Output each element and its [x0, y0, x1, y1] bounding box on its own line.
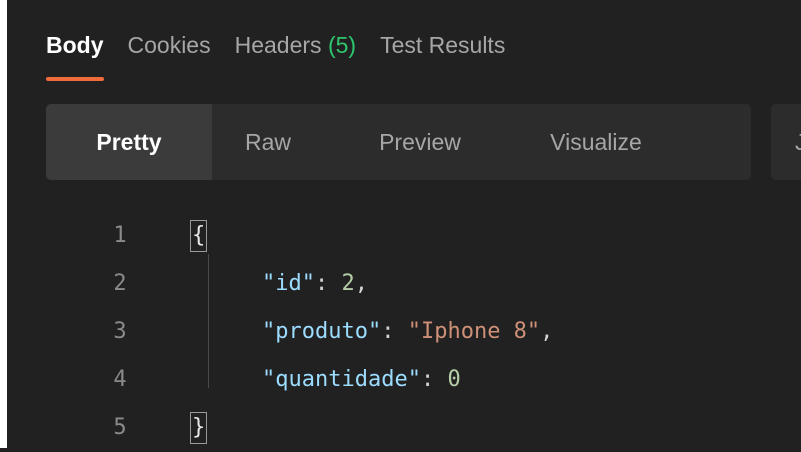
tab-test-results-label: Test Results [380, 32, 506, 58]
tab-body-label: Body [46, 32, 104, 58]
code-content: "produto": "Iphone 8", [262, 308, 553, 356]
code-line: 2 "id": 2, [0, 260, 801, 308]
tab-cookies[interactable]: Cookies [128, 29, 211, 61]
tab-headers-label: Headers [234, 32, 322, 58]
format-select-value: J [795, 129, 801, 155]
code-content: "id": 2, [262, 260, 368, 308]
line-number: 5 [113, 415, 127, 440]
response-tabs: Body Cookies Headers (5) Test Results [46, 29, 529, 81]
pretty-button[interactable]: Pretty [46, 104, 212, 180]
tab-body[interactable]: Body [46, 29, 104, 81]
response-editor[interactable]: 1 { 2 "id": 2, 3 "produto": "Iphone 8", … [0, 212, 801, 452]
close-brace: } [190, 412, 208, 444]
pretty-label: Pretty [96, 128, 162, 155]
json-comma: , [354, 271, 368, 296]
json-comma: , [540, 319, 554, 344]
json-colon: : [314, 271, 342, 296]
json-string: "Iphone 8" [407, 319, 541, 344]
json-colon: : [420, 367, 448, 392]
code-content: "quantidade": 0 [262, 356, 461, 404]
raw-label: Raw [244, 128, 291, 155]
json-number: 0 [447, 367, 461, 392]
code-content: { [190, 212, 208, 260]
view-mode-bar: Pretty Raw Preview Visualize [46, 104, 751, 180]
code-line: 4 "quantidade": 0 [0, 356, 801, 404]
format-select[interactable]: J [771, 104, 801, 180]
code-line: 3 "produto": "Iphone 8", [0, 308, 801, 356]
line-number: 2 [113, 271, 127, 296]
preview-button[interactable]: Preview [324, 104, 516, 180]
tab-test-results[interactable]: Test Results [380, 29, 505, 61]
line-number: 3 [113, 319, 127, 344]
json-colon: : [381, 319, 408, 344]
visualize-button[interactable]: Visualize [516, 104, 676, 180]
code-content: } [190, 404, 208, 452]
line-number: 4 [113, 367, 127, 392]
json-key: "id" [262, 271, 315, 296]
code-line: 1 { [0, 212, 801, 260]
json-number: 2 [341, 271, 355, 296]
line-number: 1 [113, 223, 127, 248]
tab-cookies-label: Cookies [127, 32, 211, 58]
raw-button[interactable]: Raw [212, 104, 324, 180]
tab-headers[interactable]: Headers (5) [235, 29, 356, 61]
headers-count-badge: (5) [327, 32, 357, 58]
visualize-label: Visualize [550, 128, 642, 155]
code-line: 5 } [0, 404, 801, 452]
json-key: "produto" [262, 319, 382, 344]
json-key: "quantidade" [262, 367, 421, 392]
preview-label: Preview [379, 128, 461, 155]
open-brace: { [190, 220, 208, 252]
